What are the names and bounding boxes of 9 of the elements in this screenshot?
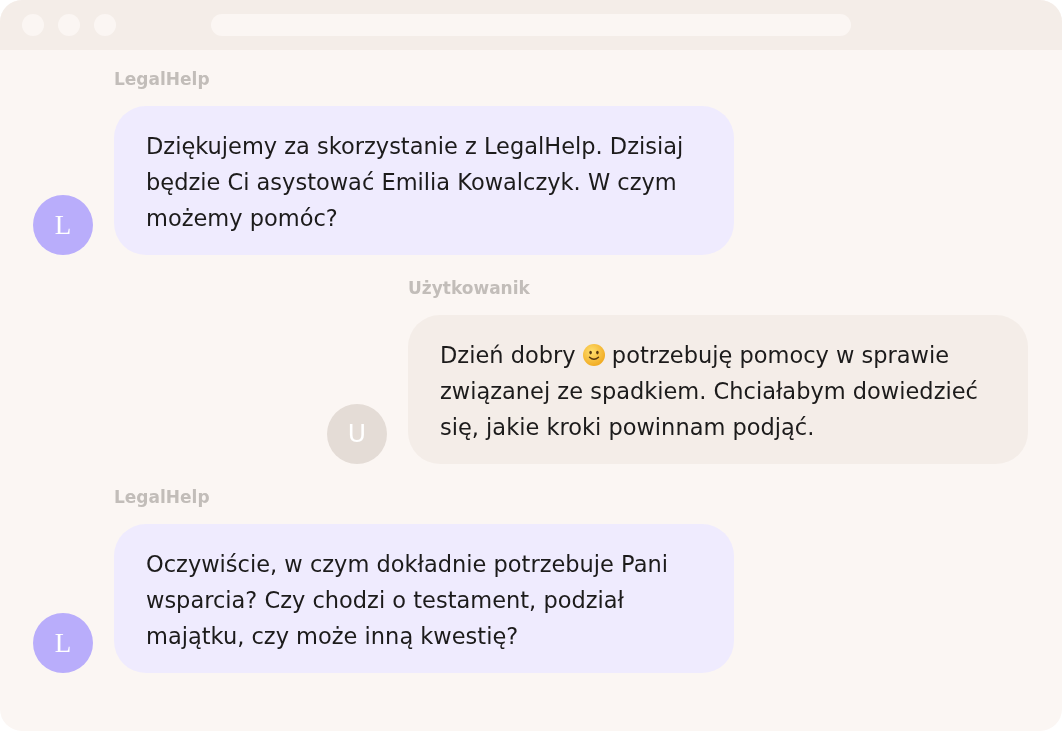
sender-name: LegalHelp xyxy=(114,486,210,509)
smiley-icon xyxy=(582,344,605,366)
message-text: Dzień dobry potrzebuję pomocy w sprawie związanej ze spadkiem. Chciałabym dowiedzieć się, jakie kroki powinnam podjąć. xyxy=(440,341,979,442)
avatar: L xyxy=(33,613,93,673)
message-text: Dziękujemy za skorzystanie z LegalHelp. Dzisiaj będzie Ci asystować Emilia Kowalczyk. W czym możemy pomóc? xyxy=(146,132,685,233)
avatar: L xyxy=(33,195,93,255)
sender-name: LegalHelp xyxy=(114,68,210,91)
sender-name: Użytkowanik xyxy=(408,277,530,300)
message-text: Oczywiście, w czym dokładnie potrzebuje Pani wsparcia? Czy chodzi o testament, podział majątku, czy może inną kwestię? xyxy=(146,550,669,651)
